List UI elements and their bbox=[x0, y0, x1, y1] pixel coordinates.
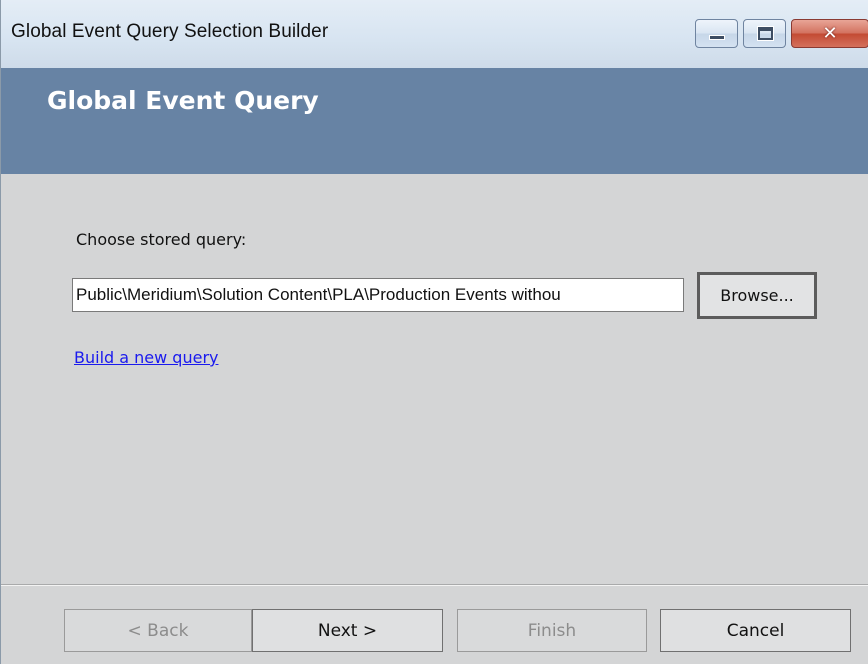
build-new-query-link[interactable]: Build a new query bbox=[74, 348, 218, 367]
wizard-content: Choose stored query: Public\Meridium\Sol… bbox=[1, 174, 868, 584]
title-bar[interactable]: Global Event Query Selection Builder ✕ bbox=[1, 0, 868, 68]
back-button[interactable]: < Back bbox=[64, 609, 252, 652]
window-title: Global Event Query Selection Builder bbox=[11, 21, 329, 42]
cancel-button[interactable]: Cancel bbox=[660, 609, 851, 652]
minimize-icon bbox=[709, 35, 725, 40]
stored-query-input[interactable]: Public\Meridium\Solution Content\PLA\Pro… bbox=[72, 278, 684, 312]
finish-button[interactable]: Finish bbox=[457, 609, 647, 652]
close-button[interactable]: ✕ bbox=[791, 19, 868, 48]
minimize-button[interactable] bbox=[695, 19, 738, 48]
maximize-icon bbox=[757, 26, 774, 41]
close-icon: ✕ bbox=[822, 23, 838, 44]
page-title: Global Event Query bbox=[47, 86, 319, 115]
stored-query-label: Choose stored query: bbox=[76, 230, 247, 249]
wizard-footer: < Back Next > Finish Cancel bbox=[1, 584, 868, 664]
wizard-header: Global Event Query bbox=[1, 68, 868, 174]
next-button[interactable]: Next > bbox=[252, 609, 443, 652]
wizard-window: Global Event Query Selection Builder ✕ G… bbox=[0, 0, 868, 664]
maximize-button[interactable] bbox=[743, 19, 786, 48]
browse-button[interactable]: Browse... bbox=[697, 272, 817, 319]
